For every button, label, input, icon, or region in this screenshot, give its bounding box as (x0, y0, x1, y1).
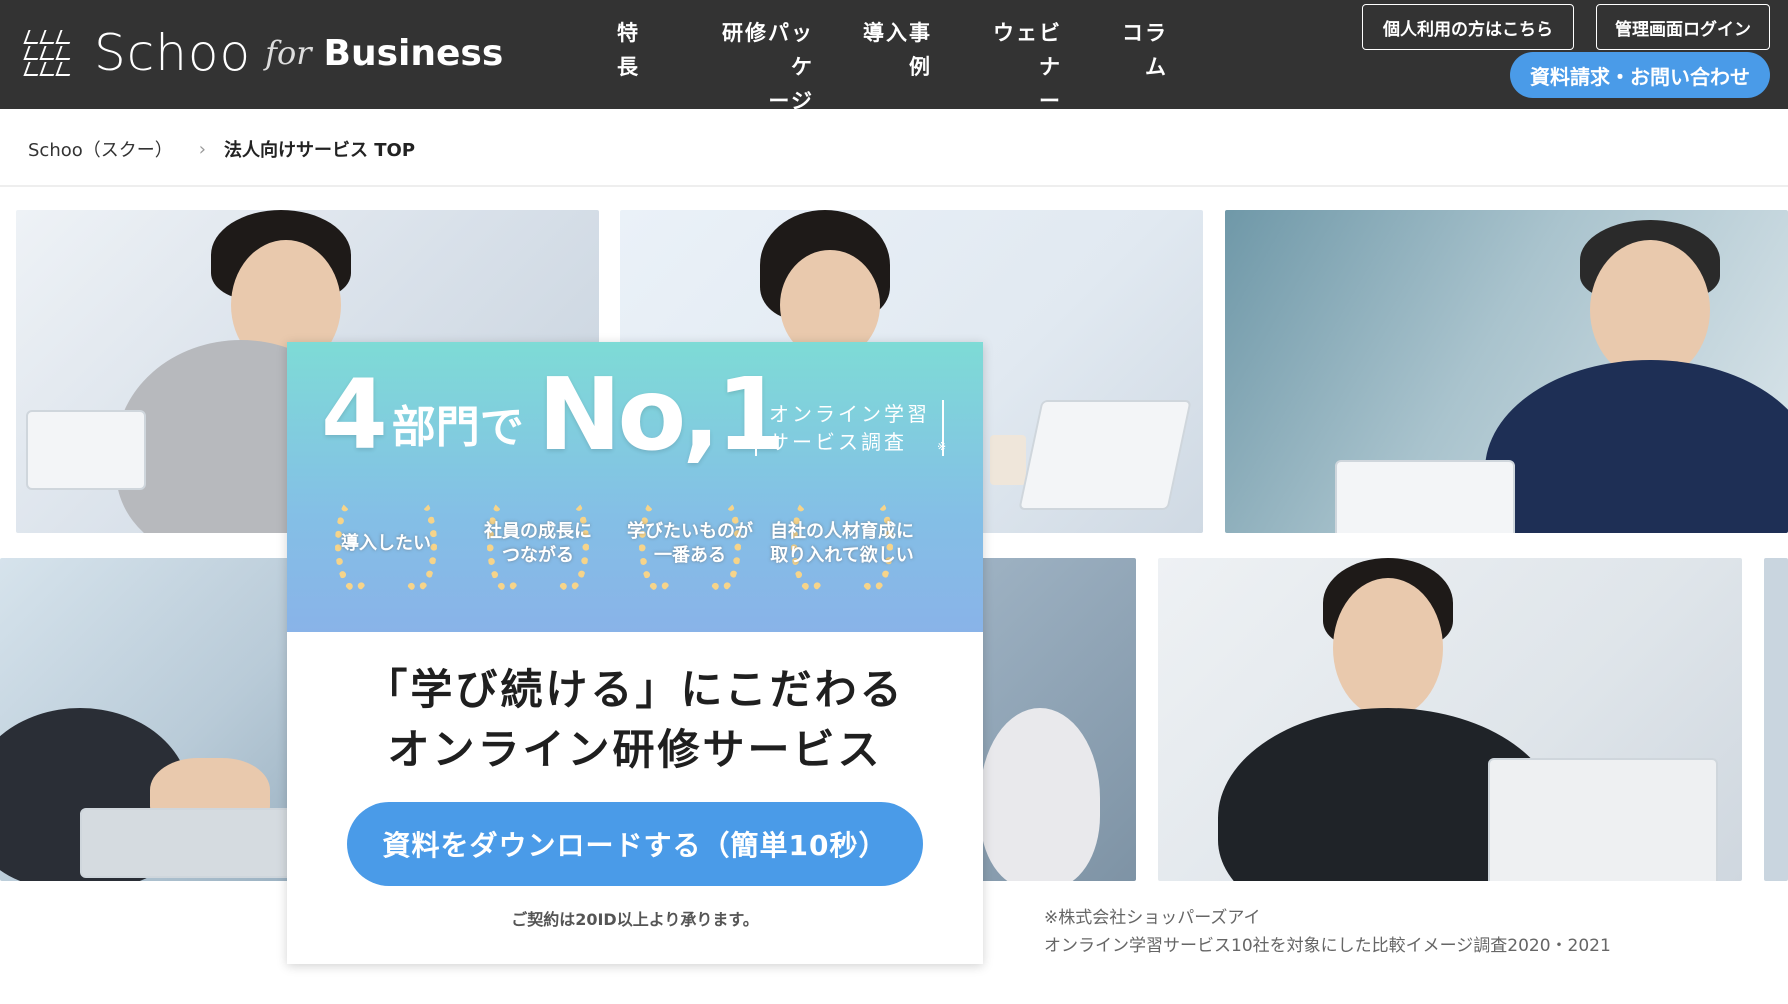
download-materials-button[interactable]: 資料をダウンロードする（簡単10秒） (347, 802, 923, 886)
breadcrumb: Schoo（スクー） › 法人向けサービス TOP (28, 136, 415, 162)
admin-login-button[interactable]: 管理画面ログイン (1596, 4, 1770, 50)
survey-footnote: ※株式会社ショッパーズアイ オンライン学習サービス10社を対象にした比較イメージ… (1044, 908, 1611, 956)
nav-item-case-studies[interactable]: 導入事 例 (862, 16, 932, 118)
nav-item-webinar[interactable]: ウェビナ ー (978, 16, 1062, 118)
photo-young-man-suit (1158, 558, 1742, 881)
schoo-logo-icon (23, 30, 75, 76)
contract-note: ご契約は20ID以上より承ります。 (511, 910, 759, 929)
site-header: Schoo for Business 特 長 研修パッケ ージ 導入事 例 ウェ… (0, 0, 1788, 113)
award-laurel-2: 社員の成長に つながる (479, 490, 597, 598)
award-laurel-4: 自社の人材育成に 取り入れて欲しい (770, 490, 914, 598)
survey-footnote-mark: ※ (937, 440, 947, 453)
award-list: 導入したい 社員の成長に つながる 学びたいものが 一番ある 自社の人材育成に … (327, 490, 914, 598)
photo-office-partial (960, 558, 1136, 881)
no1-title: 4 部門で No,1 (321, 356, 786, 473)
hero-headline: 「学び続ける」にこだわる オンライン研修サービス (365, 665, 905, 774)
photo-senior-businessman (1225, 210, 1788, 533)
nav-item-features[interactable]: 特 長 (590, 16, 640, 118)
award-laurel-1: 導入したい (327, 490, 445, 598)
logo-business-text: Business (323, 32, 504, 74)
main-nav: 特 長 研修パッケ ージ 導入事 例 ウェビナ ー コラ ム (560, 16, 1168, 118)
logo-text: Schoo (94, 24, 252, 82)
breadcrumb-current: 法人向けサービス TOP (223, 140, 416, 161)
logo-for-text: for (265, 34, 312, 72)
nav-item-column[interactable]: コラ ム (1118, 16, 1168, 118)
nav-item-training-packages[interactable]: 研修パッケ ージ (702, 16, 814, 118)
breadcrumb-separator-icon: › (198, 138, 206, 160)
photo-typing-hands (0, 558, 290, 881)
header-divider (0, 185, 1788, 187)
breadcrumb-home-link[interactable]: Schoo（スクー） (28, 136, 173, 162)
schoo-logo[interactable]: Schoo for Business (23, 18, 504, 88)
hero-card: 4 部門で No,1 オンライン学習 サービス調査 ※ 導入したい 社員の成長に… (287, 342, 983, 964)
contact-button[interactable]: 資料請求・お問い合わせ (1510, 52, 1770, 98)
survey-label: オンライン学習 サービス調査 (755, 400, 944, 456)
award-laurel-3: 学びたいものが 一番ある (627, 490, 753, 598)
photo-edge (1764, 558, 1788, 881)
personal-use-button[interactable]: 個人利用の方はこちら (1362, 4, 1574, 50)
award-banner: 4 部門で No,1 オンライン学習 サービス調査 ※ 導入したい 社員の成長に… (287, 342, 983, 632)
